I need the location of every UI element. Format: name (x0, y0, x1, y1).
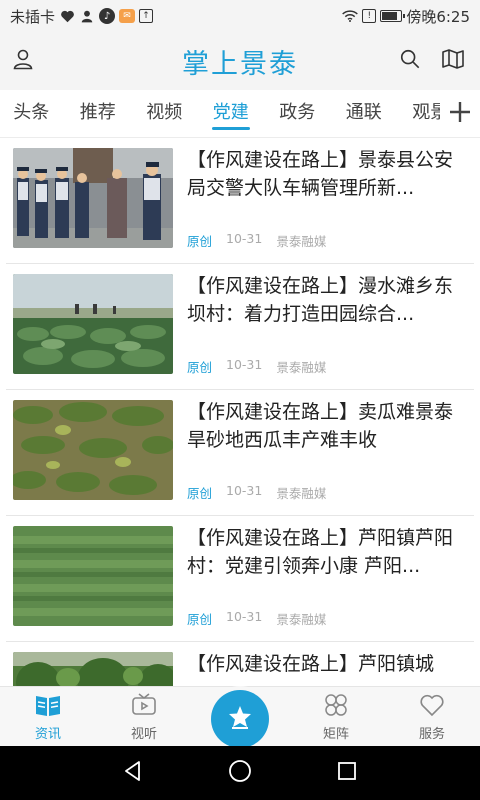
wifi-icon (342, 8, 359, 24)
app-notification-icon: ✉ (119, 9, 136, 23)
user-icon (11, 47, 35, 75)
heart-icon (419, 693, 445, 721)
back-button[interactable] (118, 758, 148, 788)
news-item[interactable]: 【作风建设在路上】卖瓜难景泰旱砂地西瓜丰产难丰收 原创 10-31 景泰融媒 (0, 390, 480, 516)
nav-news[interactable]: 资讯 (0, 687, 96, 747)
add-tab-button[interactable] (440, 90, 480, 137)
news-item[interactable]: 【作风建设在路上】芦阳镇城 (0, 642, 480, 686)
carrier-text: 未插卡 (10, 7, 56, 26)
status-bar-right: ! 傍晚6:25 (342, 6, 470, 27)
news-date: 10-31 (226, 609, 263, 624)
news-title: 【作风建设在路上】景泰县公安局交警大队车辆管理所新... (187, 149, 454, 199)
news-item[interactable]: 【作风建设在路上】漫水滩乡东坝村：着力打造田园综合... 原创 10-31 景泰… (0, 264, 480, 390)
news-book-icon (35, 693, 61, 721)
system-navigation-bar (0, 746, 480, 800)
nav-matrix[interactable]: 矩阵 (288, 687, 384, 747)
map-button[interactable] (438, 46, 468, 76)
news-title: 【作风建设在路上】卖瓜难景泰旱砂地西瓜丰产难丰收 (187, 401, 454, 451)
heart-status-icon (59, 8, 75, 24)
home-center-button[interactable] (211, 690, 269, 748)
nav-media-label: 视听 (130, 726, 157, 742)
app-title: 掌上景泰 (182, 48, 298, 80)
user-button[interactable] (8, 46, 38, 76)
news-source: 景泰融媒 (276, 234, 327, 249)
tiktok-status-icon: ♪ (99, 8, 116, 24)
app-header: 掌上景泰 (0, 32, 480, 90)
tab-tonglian[interactable]: 通联 (331, 90, 398, 137)
star-home-icon (226, 703, 254, 735)
police-officers-photo (13, 148, 173, 248)
person-status-icon (79, 8, 95, 24)
plus-icon (448, 100, 472, 128)
clock-text: 傍晚6:25 (406, 7, 470, 26)
home-button[interactable] (225, 758, 255, 788)
search-button[interactable] (395, 46, 425, 76)
search-icon (399, 48, 421, 74)
category-tabs: 头条 推荐 视频 党建 政务 通联 观景 (0, 90, 480, 138)
trees-photo (13, 652, 173, 686)
tv-icon (131, 692, 157, 721)
status-bar: 未插卡 ♪ ✉ ↑ ! 傍晚6:25 (0, 0, 480, 32)
news-date: 10-31 (226, 357, 263, 372)
news-date: 10-31 (226, 231, 263, 246)
map-icon (441, 48, 465, 74)
tab-dangjian[interactable]: 党建 (198, 90, 265, 137)
sim-alert-icon: ! (362, 9, 377, 23)
original-tag: 原创 (187, 612, 213, 627)
tab-tuijian[interactable]: 推荐 (65, 90, 132, 137)
field-workers-photo (13, 274, 173, 374)
original-tag: 原创 (187, 360, 213, 375)
home-circle-icon (228, 759, 252, 787)
news-title: 【作风建设在路上】芦阳镇城 (187, 653, 435, 675)
recents-button[interactable] (332, 758, 362, 788)
news-item[interactable]: 【作风建设在路上】景泰县公安局交警大队车辆管理所新... 原创 10-31 景泰… (0, 138, 480, 264)
news-meta: 原创 10-31 景泰融媒 (187, 609, 326, 628)
news-list: 【作风建设在路上】景泰县公安局交警大队车辆管理所新... 原创 10-31 景泰… (0, 138, 480, 686)
status-bar-left: 未插卡 ♪ ✉ ↑ (10, 6, 154, 27)
green-field-photo (13, 526, 173, 626)
original-tag: 原创 (187, 234, 213, 249)
news-source: 景泰融媒 (276, 486, 327, 501)
news-source: 景泰融媒 (276, 360, 327, 375)
nav-service-label: 服务 (418, 726, 445, 742)
matrix-icon (323, 693, 349, 721)
news-title: 【作风建设在路上】漫水滩乡东坝村：着力打造田园综合... (187, 275, 454, 325)
nav-news-label: 资讯 (34, 726, 61, 742)
tab-zhengwu[interactable]: 政务 (264, 90, 331, 137)
nav-matrix-label: 矩阵 (322, 726, 349, 742)
news-meta: 原创 10-31 景泰融媒 (187, 357, 326, 376)
nav-service[interactable]: 服务 (384, 687, 480, 747)
news-source: 景泰融媒 (276, 612, 327, 627)
tab-toutiao[interactable]: 头条 (0, 90, 65, 137)
tab-shipin[interactable]: 视频 (131, 90, 198, 137)
tabs-strip: 头条 推荐 视频 党建 政务 通联 观景 (0, 90, 464, 137)
battery-icon (380, 10, 406, 22)
news-meta: 原创 10-31 景泰融媒 (187, 231, 326, 250)
download-status-icon: ↑ (139, 9, 154, 23)
news-item[interactable]: 【作风建设在路上】芦阳镇芦阳村：党建引领奔小康 芦阳... 原创 10-31 景… (0, 516, 480, 642)
news-meta: 原创 10-31 景泰融媒 (187, 483, 326, 502)
recents-square-icon (336, 760, 358, 786)
watermelon-field-photo (13, 400, 173, 500)
back-triangle-icon (122, 760, 144, 786)
original-tag: 原创 (187, 486, 213, 501)
news-title: 【作风建设在路上】芦阳镇芦阳村：党建引领奔小康 芦阳... (187, 527, 454, 577)
nav-media[interactable]: 视听 (96, 687, 192, 747)
news-date: 10-31 (226, 483, 263, 498)
